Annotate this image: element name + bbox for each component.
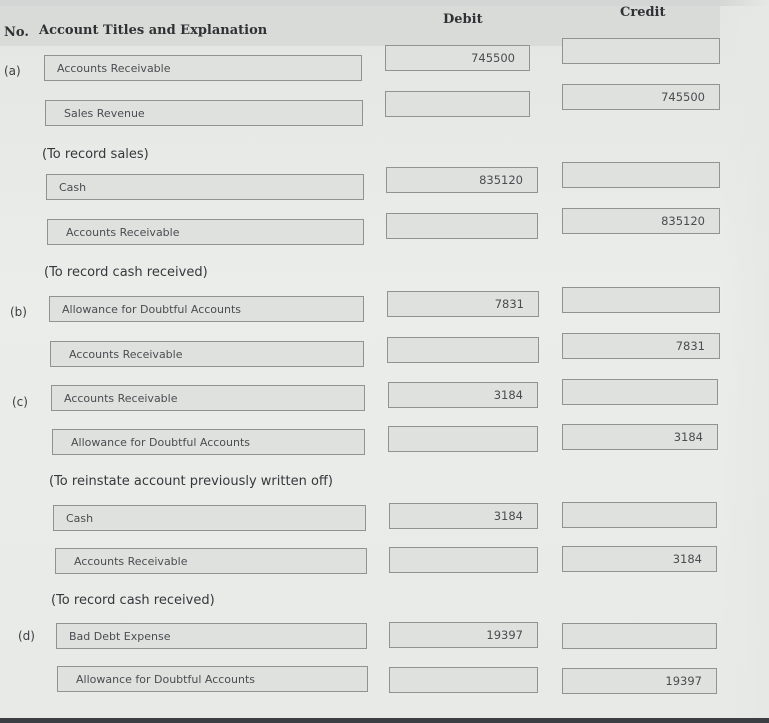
- credit-field[interactable]: 19397: [562, 668, 717, 694]
- debit-field[interactable]: [389, 547, 538, 573]
- debit-field[interactable]: [387, 337, 539, 363]
- account-field[interactable]: Allowance for Doubtful Accounts: [57, 666, 368, 692]
- column-header-credit: Credit: [620, 5, 666, 20]
- account-field[interactable]: Bad Debt Expense: [56, 623, 367, 649]
- explanation-text: (To record sales): [42, 147, 149, 162]
- column-header-debit: Debit: [443, 12, 483, 27]
- debit-field[interactable]: [389, 667, 538, 693]
- account-field[interactable]: Accounts Receivable: [55, 548, 367, 574]
- credit-field[interactable]: 835120: [562, 208, 720, 234]
- debit-field[interactable]: 3184: [388, 382, 538, 408]
- credit-field[interactable]: [562, 38, 720, 64]
- credit-field[interactable]: 3184: [562, 424, 718, 450]
- account-field[interactable]: Accounts Receivable: [50, 341, 364, 367]
- debit-field[interactable]: 19397: [389, 622, 538, 648]
- entry-label-a: (a): [4, 64, 21, 78]
- debit-field[interactable]: [388, 426, 538, 452]
- debit-field[interactable]: 7831: [387, 291, 539, 317]
- account-field[interactable]: Cash: [46, 174, 364, 200]
- entry-label-c: (c): [12, 395, 28, 409]
- debit-field[interactable]: 745500: [385, 45, 530, 71]
- debit-field[interactable]: [386, 213, 538, 239]
- explanation-text: (To record cash received): [44, 265, 208, 280]
- explanation-text: (To reinstate account previously written…: [49, 474, 333, 489]
- credit-field[interactable]: 3184: [562, 546, 717, 572]
- explanation-text: (To record cash received): [51, 593, 215, 608]
- credit-field[interactable]: 7831: [562, 333, 720, 359]
- entry-label-b: (b): [10, 305, 27, 319]
- credit-field[interactable]: [562, 287, 720, 313]
- credit-field[interactable]: [562, 623, 717, 649]
- debit-field[interactable]: 3184: [389, 503, 538, 529]
- credit-field[interactable]: [562, 379, 718, 405]
- account-field[interactable]: Allowance for Doubtful Accounts: [49, 296, 364, 322]
- account-field[interactable]: Accounts Receivable: [44, 55, 362, 81]
- column-header-no: No.: [4, 25, 29, 40]
- bottom-bezel: [0, 718, 769, 723]
- credit-field[interactable]: 745500: [562, 84, 720, 110]
- right-edge-shading: [719, 0, 769, 723]
- account-field[interactable]: Sales Revenue: [45, 100, 363, 126]
- account-field[interactable]: Accounts Receivable: [47, 219, 364, 245]
- account-field[interactable]: Allowance for Doubtful Accounts: [52, 429, 365, 455]
- debit-field[interactable]: 835120: [386, 167, 538, 193]
- debit-field[interactable]: [385, 91, 530, 117]
- account-field[interactable]: Cash: [53, 505, 366, 531]
- credit-field[interactable]: [562, 162, 720, 188]
- column-header-account-titles: Account Titles and Explanation: [39, 23, 268, 38]
- entry-label-d: (d): [18, 629, 35, 643]
- credit-field[interactable]: [562, 502, 717, 528]
- account-field[interactable]: Accounts Receivable: [51, 385, 365, 411]
